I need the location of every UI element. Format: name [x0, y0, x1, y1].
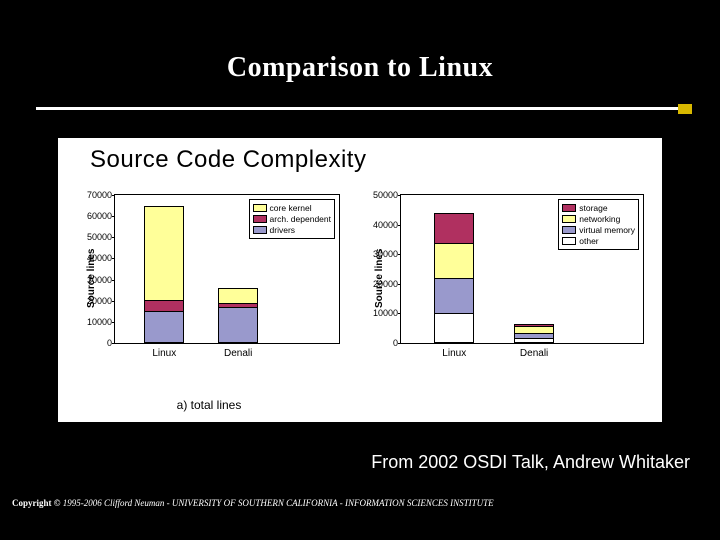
bar-segment: [435, 214, 473, 243]
plot-a: 010000200003000040000500006000070000Linu…: [114, 194, 340, 344]
ytick-mark: [398, 313, 401, 314]
slide-title: Comparison to Linux: [0, 0, 720, 84]
legend-label: arch. dependent: [270, 214, 331, 224]
legend-item: core kernel: [253, 203, 331, 213]
ytick-label: 0: [368, 338, 398, 348]
ytick-label: 20000: [82, 296, 112, 306]
legend-item: networking: [562, 214, 635, 224]
ytick-mark: [398, 284, 401, 285]
legend-item: virtual memory: [562, 225, 635, 235]
legend: core kernelarch. dependentdrivers: [249, 199, 335, 239]
ytick-label: 50000: [368, 190, 398, 200]
bar-segment: [515, 326, 553, 333]
ytick-label: 40000: [368, 220, 398, 230]
legend-label: drivers: [270, 225, 296, 235]
plot-b: 01000020000300004000050000LinuxDenalisto…: [400, 194, 644, 344]
ytick-mark: [112, 237, 115, 238]
ytick-label: 30000: [82, 275, 112, 285]
attribution: From 2002 OSDI Talk, Andrew Whitaker: [371, 452, 690, 473]
bar-segment: [219, 307, 257, 342]
ytick-label: 40000: [82, 253, 112, 263]
legend-swatch: [562, 226, 576, 234]
ytick-mark: [112, 216, 115, 217]
ytick-label: 0: [82, 338, 112, 348]
bar: [514, 324, 554, 343]
figure: Source Code Complexity Source lines 0100…: [58, 138, 662, 422]
legend-label: networking: [579, 214, 620, 224]
legend-swatch: [562, 204, 576, 212]
legend-item: other: [562, 236, 635, 246]
legend-label: core kernel: [270, 203, 312, 213]
bar-segment: [145, 300, 183, 310]
bar: [434, 213, 474, 343]
legend-label: storage: [579, 203, 607, 213]
xtick-label: Linux: [152, 348, 176, 359]
bar-segment: [435, 313, 473, 342]
bar-segment: [145, 207, 183, 301]
bar: [144, 206, 184, 343]
legend-swatch: [253, 204, 267, 212]
legend: storagenetworkingvirtual memoryother: [558, 199, 639, 250]
legend-item: arch. dependent: [253, 214, 331, 224]
bar: [218, 288, 258, 343]
xtick-label: Denali: [520, 348, 548, 359]
rule-endcap: [678, 104, 692, 114]
ytick-label: 20000: [368, 279, 398, 289]
ytick-mark: [112, 258, 115, 259]
bar-segment: [219, 289, 257, 303]
legend-swatch: [253, 226, 267, 234]
ytick-label: 10000: [82, 317, 112, 327]
legend-swatch: [253, 215, 267, 223]
ytick-mark: [112, 301, 115, 302]
legend-label: virtual memory: [579, 225, 635, 235]
ytick-mark: [112, 195, 115, 196]
copyright-prefix: Copyright ©: [12, 498, 63, 508]
bar-segment: [435, 243, 473, 278]
ytick-mark: [398, 343, 401, 344]
ytick-label: 60000: [82, 211, 112, 221]
slide: Comparison to Linux Source Code Complexi…: [0, 0, 720, 540]
chart-panel-a: Source lines 010000200003000040000500006…: [58, 188, 360, 422]
legend-swatch: [562, 215, 576, 223]
rule-line: [36, 107, 692, 110]
legend-item: storage: [562, 203, 635, 213]
figure-title: Source Code Complexity: [58, 138, 662, 178]
ytick-mark: [398, 225, 401, 226]
copyright-text: 1995-2006 Clifford Neuman - UNIVERSITY O…: [63, 498, 494, 508]
caption-a: a) total lines: [58, 398, 360, 412]
title-rule: [36, 104, 692, 114]
chart-panels: Source lines 010000200003000040000500006…: [58, 188, 662, 422]
ytick-mark: [112, 322, 115, 323]
ytick-label: 30000: [368, 249, 398, 259]
xtick-label: Denali: [224, 348, 252, 359]
ytick-mark: [398, 195, 401, 196]
ytick-mark: [398, 254, 401, 255]
legend-swatch: [562, 237, 576, 245]
ytick-label: 50000: [82, 232, 112, 242]
caption-b: b) core kernel breakdown: [662, 398, 720, 412]
ytick-mark: [112, 343, 115, 344]
chart-panel-b: Source lines 01000020000300004000050000L…: [360, 188, 662, 422]
bar-segment: [145, 311, 183, 342]
ytick-label: 70000: [82, 190, 112, 200]
copyright: Copyright © 1995-2006 Clifford Neuman - …: [12, 498, 494, 508]
xtick-label: Linux: [442, 348, 466, 359]
ytick-label: 10000: [368, 308, 398, 318]
bar-segment: [515, 338, 553, 342]
legend-label: other: [579, 236, 598, 246]
ytick-mark: [112, 280, 115, 281]
legend-item: drivers: [253, 225, 331, 235]
bar-segment: [435, 278, 473, 313]
